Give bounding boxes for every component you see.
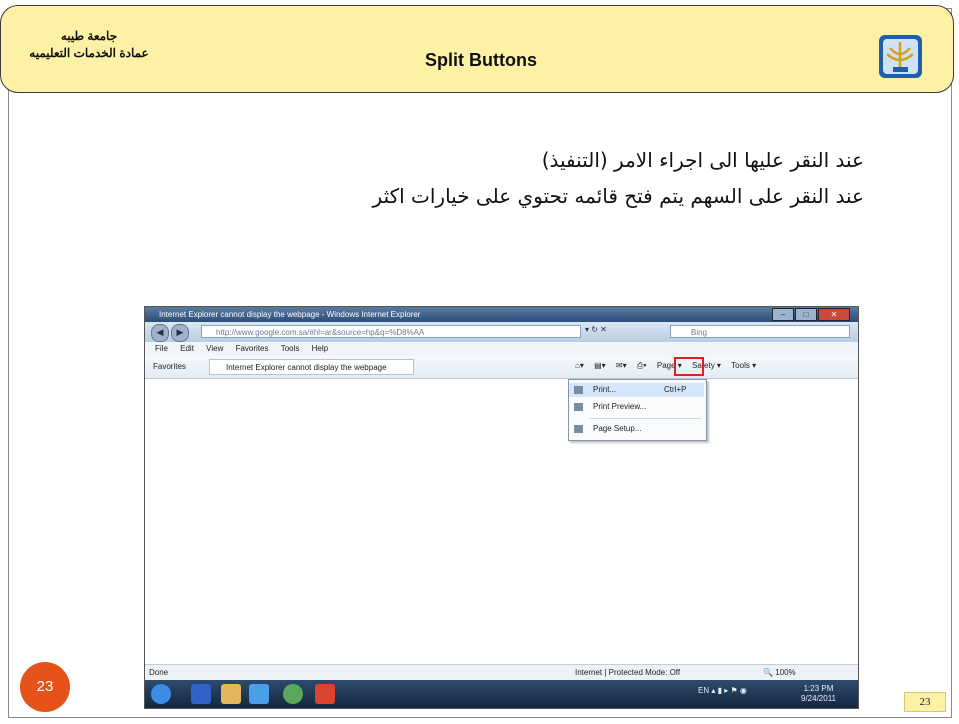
menu-tools[interactable]: Tools <box>281 342 300 356</box>
feeds-icon[interactable]: ▤▾ <box>594 361 606 370</box>
print-icon[interactable]: ⎙▾ <box>637 361 647 371</box>
tools-menu[interactable]: Tools ▾ <box>731 361 756 370</box>
forward-icon[interactable]: ▶ <box>171 324 189 342</box>
university-line-2: عمادة الخدمات التعليميه <box>29 46 149 60</box>
split-button-highlight <box>674 357 704 376</box>
print-preview-label: Print Preview... <box>593 402 647 411</box>
slide-number-box: 23 <box>904 692 946 712</box>
slide-number-circle: 23 <box>20 662 70 712</box>
page-content <box>151 379 553 599</box>
browser-screenshot: Internet Explorer cannot display the web… <box>144 306 859 709</box>
media-icon[interactable] <box>191 684 211 704</box>
university-line-1: جامعة طيبه <box>60 29 118 43</box>
slide-header: جامعة طيبه عمادة الخدمات التعليميه Split… <box>0 5 954 93</box>
menu-edit[interactable]: Edit <box>180 342 194 356</box>
menu-separator <box>589 418 701 419</box>
address-row: ◀ ▶ http://www.google.com.sa/#hl=ar&sour… <box>145 322 858 342</box>
print-preview-item[interactable]: Print Preview... <box>569 400 704 414</box>
menu-help[interactable]: Help <box>312 342 328 356</box>
menu-favorites[interactable]: Favorites <box>236 342 269 356</box>
description-line-1: عند النقر عليها الى اجراء الامر (التنفيذ… <box>541 148 864 172</box>
window-controls: – □ ✕ <box>771 308 850 321</box>
description-line-2: عند النقر على السهم يتم فتح قائمه تحتوي … <box>372 184 864 208</box>
home-icon[interactable]: ⌂▾ <box>575 361 584 370</box>
status-text: Done <box>149 668 169 677</box>
university-name: جامعة طيبه عمادة الخدمات التعليميه <box>29 28 149 62</box>
command-bar: ⌂▾ ▤▾ ✉▾ ⎙▾ Page ▾ Safety ▾ Tools ▾ <box>575 361 855 375</box>
language-indicator[interactable]: EN <box>698 686 709 695</box>
back-icon[interactable]: ◀ <box>151 324 169 342</box>
print-label: Print... <box>593 385 617 394</box>
favorites-button[interactable]: Favorites <box>153 362 186 371</box>
menu-bar: File Edit View Favorites Tools Help <box>145 342 858 357</box>
slide-title: Split Buttons <box>425 50 537 70</box>
university-logo <box>879 35 922 78</box>
security-zone: Internet | Protected Mode: Off <box>575 668 681 677</box>
powerpoint-icon[interactable] <box>315 684 335 704</box>
menu-view[interactable]: View <box>206 342 223 356</box>
ie-icon[interactable] <box>249 684 269 704</box>
print-dropdown: Print... Ctrl+P Print Preview... Page Se… <box>568 379 707 441</box>
mail-icon[interactable]: ✉▾ <box>616 361 627 370</box>
preview-icon <box>574 403 583 411</box>
page-setup-label: Page Setup... <box>593 424 642 433</box>
folder-icon[interactable] <box>221 684 241 704</box>
zoom-icon: 🔍 <box>763 668 776 677</box>
taskbar: EN ▴ ▮ ▸ ⚑ ◉ 1:23 PM 9/24/2011 <box>145 680 858 708</box>
window-titlebar: Internet Explorer cannot display the web… <box>145 307 858 322</box>
window-title: Internet Explorer cannot display the web… <box>159 310 421 319</box>
menu-file[interactable]: File <box>155 342 168 356</box>
zoom-level: 100% <box>775 668 796 677</box>
clock-time: 1:23 PM <box>803 684 834 693</box>
page-setup-icon <box>574 425 583 433</box>
close-icon[interactable]: ✕ <box>818 308 850 321</box>
print-item[interactable]: Print... Ctrl+P <box>569 383 704 397</box>
print-shortcut: Ctrl+P <box>664 385 687 394</box>
browser-tab[interactable]: Internet Explorer cannot display the web… <box>209 359 414 375</box>
zoom-control[interactable]: 🔍 100% <box>763 665 796 681</box>
refresh-stop-controls[interactable]: ▾ ↻ ✕ <box>585 325 665 338</box>
page-setup-item[interactable]: Page Setup... <box>569 422 704 436</box>
clock-date: 9/24/2011 <box>801 694 836 703</box>
address-bar[interactable]: http://www.google.com.sa/#hl=ar&source=h… <box>201 325 581 338</box>
start-icon[interactable] <box>151 684 171 704</box>
favorites-bar: Favorites Internet Explorer cannot displ… <box>145 356 858 379</box>
minimize-icon[interactable]: – <box>772 308 794 321</box>
system-tray: EN ▴ ▮ ▸ ⚑ ◉ <box>698 686 747 695</box>
messenger-icon[interactable] <box>283 684 303 704</box>
clock[interactable]: 1:23 PM 9/24/2011 <box>801 684 836 704</box>
search-box[interactable]: Bing <box>670 325 850 338</box>
maximize-icon[interactable]: □ <box>795 308 817 321</box>
status-bar: Done Internet | Protected Mode: Off 🔍 10… <box>145 664 858 681</box>
printer-icon <box>574 386 583 394</box>
